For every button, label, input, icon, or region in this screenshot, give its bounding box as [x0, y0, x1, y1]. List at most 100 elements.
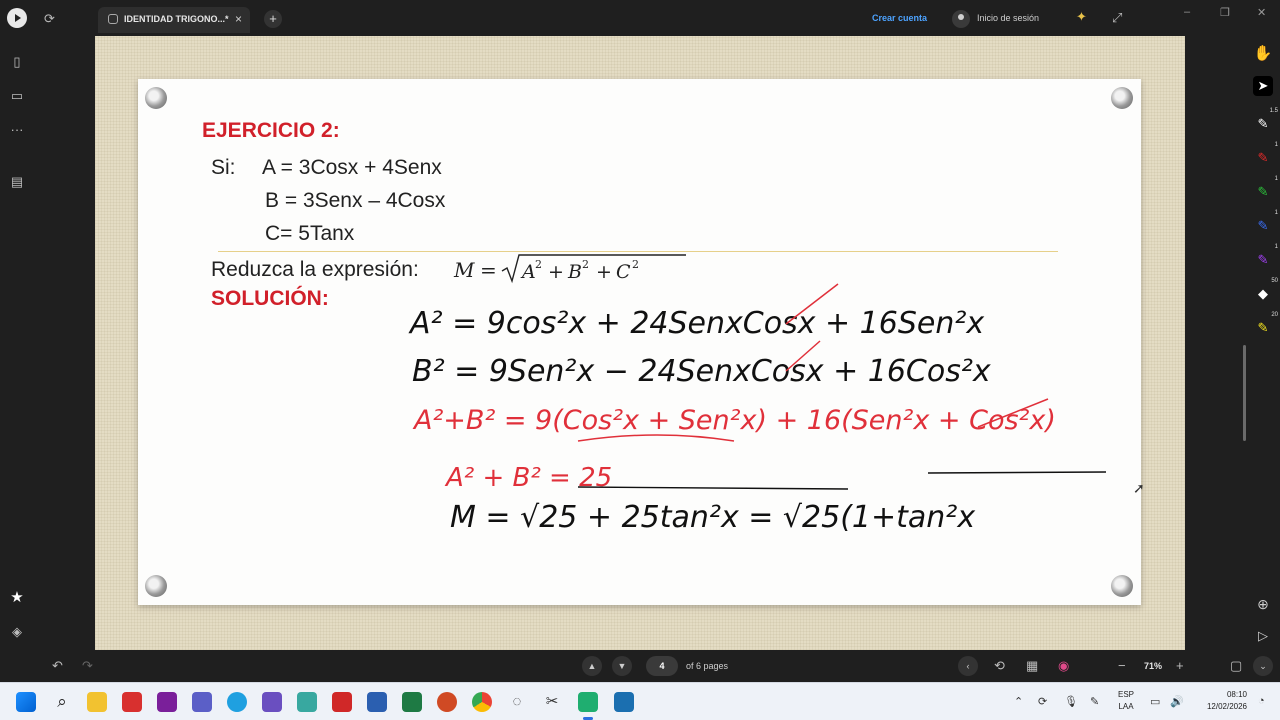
layers-icon[interactable]: ◈ — [8, 624, 26, 640]
tray-sync-icon[interactable]: ⟳ — [1038, 695, 1047, 708]
document-page: EJERCICIO 2: Si: A = 3Cosx + 4Senx B = 3… — [138, 79, 1141, 605]
collapse-left-button[interactable]: ‹ — [958, 656, 978, 676]
prev-page-button[interactable]: ▲ — [582, 656, 602, 676]
ink-layer: A² = 9cos²x + 24SenxCosx + 16Sen²x B² = … — [408, 283, 1107, 535]
clock-date: 12/02/2026 — [1206, 702, 1247, 711]
handwriting-line-1: A² = 9cos²x + 24SenxCosx + 16Sen²x — [408, 306, 984, 341]
anydesk-icon[interactable] — [122, 692, 142, 712]
pen-tray-icon[interactable]: ✎ — [1090, 695, 1099, 708]
purple-pen-icon[interactable]: ✎ — [1253, 250, 1273, 270]
purple-pen-badge: 1 — [1274, 244, 1278, 250]
keyboard-layout: LAA — [1118, 702, 1134, 711]
more-icon[interactable]: ··· — [8, 122, 26, 138]
sync-icon[interactable]: ⟳ — [44, 12, 55, 26]
close-tab-icon[interactable]: × — [235, 12, 242, 26]
page-count: of 6 pages — [686, 661, 729, 671]
zoom-out-icon[interactable]: − — [1118, 658, 1126, 674]
microphone-icon[interactable]: 🎙 — [1064, 695, 1078, 708]
clipboard-icon[interactable]: ▤ — [8, 174, 26, 190]
redo-icon[interactable]: ↷ — [82, 658, 93, 674]
sqrt-bar — [927, 471, 1107, 474]
fit-screen-icon[interactable]: ▢ — [1230, 658, 1242, 674]
expand-down-button[interactable]: ⌄ — [1253, 656, 1273, 676]
create-account-link[interactable]: Crear cuenta — [872, 13, 927, 23]
cloud-icon — [108, 14, 118, 24]
windows-start-icon[interactable] — [16, 692, 36, 712]
sign-in-link[interactable]: Inicio de sesión — [977, 13, 1039, 23]
excel-icon[interactable] — [402, 692, 422, 712]
star-icon[interactable]: ★ — [8, 590, 26, 606]
access-icon[interactable] — [332, 692, 352, 712]
language-indicator[interactable]: ESP LAA — [1118, 689, 1134, 713]
whiteboard-canvas[interactable]: EJERCICIO 2: Si: A = 3Cosx + 4Senx B = 3… — [95, 36, 1185, 650]
handwriting-line-3: A²+B² = 9(Cos²x + Sen²x) + 16(Sen²x + Co… — [412, 405, 1056, 436]
app-window: ⟳ IDENTIDAD TRIGONO...* × + Crear cuenta… — [0, 0, 1280, 682]
powerpoint-icon[interactable] — [437, 692, 457, 712]
expand-icon[interactable]: ⤢ — [1112, 11, 1122, 25]
select-tool-icon[interactable]: ➤ — [1253, 76, 1273, 96]
lightbulb-icon[interactable]: ✦ — [1076, 10, 1087, 24]
edge-icon[interactable] — [227, 692, 247, 712]
add-tool-icon[interactable]: ⊕ — [1253, 594, 1273, 614]
right-toolbar: ✋ ➤ ✎ 1.5 ✎ 1 ✎ 1 ✎ 1 ✎ 1 ◆ 50 ✎ 20 ⊕ ▷ — [1246, 36, 1280, 650]
handwriting-line-5: M = √25 + 25tan²x = √25(1+tan²x — [450, 500, 975, 535]
red-pen-icon[interactable]: ✎ — [1253, 148, 1273, 168]
refresh-icon[interactable]: ⟲ — [994, 658, 1005, 674]
stack-app-icon[interactable] — [262, 692, 282, 712]
tab-title: IDENTIDAD TRIGONO...* — [124, 14, 229, 24]
app-logo-icon[interactable] — [7, 8, 27, 28]
hand-tool-icon[interactable]: ✋ — [1253, 44, 1273, 64]
green-pen-badge: 1 — [1274, 176, 1278, 182]
user-avatar-icon[interactable] — [952, 10, 970, 28]
present-icon[interactable]: ▷ — [1253, 626, 1273, 646]
grid-view-icon[interactable]: ▦ — [1026, 658, 1038, 674]
cursor-icon: ➚ — [1133, 480, 1145, 496]
notifications-icon[interactable]: ◔ — [1258, 695, 1265, 707]
network-icon[interactable]: ▭ — [1150, 695, 1160, 708]
undo-icon[interactable]: ↶ — [52, 658, 63, 674]
search-icon[interactable]: ⌕ — [52, 692, 72, 712]
language-code: ESP — [1118, 690, 1135, 699]
highlighter-icon[interactable]: ✎ — [1253, 318, 1273, 338]
visual-studio-icon[interactable] — [157, 692, 177, 712]
eraser-icon[interactable]: ◆ — [1253, 284, 1273, 304]
snipping-icon[interactable]: ✂ — [542, 692, 562, 712]
green-pen-icon[interactable]: ✎ — [1253, 182, 1273, 202]
highlighter-badge: 20 — [1271, 312, 1278, 318]
close-window-button[interactable]: ✕ — [1257, 6, 1266, 19]
tray-chevron-icon[interactable]: ⌃ — [1014, 695, 1023, 708]
document-tab[interactable]: IDENTIDAD TRIGONO...* × — [98, 7, 250, 33]
camera-icon[interactable]: ◉ — [1058, 658, 1069, 674]
minimize-button[interactable]: – — [1184, 6, 1190, 18]
left-sidebar: ▯ ▭ ··· ▤ ★ ◈ ⚙ — [0, 36, 34, 673]
word-icon[interactable] — [367, 692, 387, 712]
blue-pen-icon[interactable]: ✎ — [1253, 216, 1273, 236]
sqrt-bar — [577, 486, 849, 490]
pen-tool-icon[interactable]: ✎ — [1253, 114, 1273, 134]
volume-icon[interactable]: 🔊 — [1170, 695, 1184, 708]
bottom-toolbar: ↶ ↷ ▲ ▼ 4 of 6 pages ‹ ⟲ ▦ ◉ − 71% + ▢ ⌄ — [0, 650, 1280, 682]
zoom-in-icon[interactable]: + — [1176, 658, 1184, 674]
clock-time: 08:10 — [1226, 690, 1247, 699]
title-bar: ⟳ IDENTIDAD TRIGONO...* × + Crear cuenta… — [0, 0, 1280, 36]
whiteboard-app-icon[interactable] — [578, 692, 598, 712]
zoom-level[interactable]: 71% — [1144, 661, 1162, 671]
current-page[interactable]: 4 — [646, 656, 678, 676]
red-pen-badge: 1 — [1274, 142, 1278, 148]
file-explorer-icon[interactable] — [87, 692, 107, 712]
restore-button[interactable]: ❐ — [1220, 6, 1230, 19]
teams-icon[interactable] — [192, 692, 212, 712]
new-tab-button[interactable]: + — [264, 10, 282, 28]
blue-pen-badge: 1 — [1274, 210, 1278, 216]
display-app-icon[interactable] — [614, 692, 634, 712]
book-icon[interactable]: ▭ — [8, 88, 26, 104]
pages-icon[interactable]: ▯ — [8, 54, 26, 70]
chat-icon[interactable]: ◌ — [507, 692, 527, 712]
handwriting-line-2: B² = 9Sen²x − 24SenxCosx + 16Cos²x — [412, 354, 991, 389]
pen-size-badge: 1.5 — [1269, 108, 1278, 114]
chrome-icon[interactable] — [472, 692, 492, 712]
settings-app-icon[interactable] — [297, 692, 317, 712]
next-page-button[interactable]: ▼ — [612, 656, 632, 676]
windows-taskbar: ⌕ ◌ ✂ ⌃ ⟳ 🎙 ✎ ESP LAA ▭ 🔊 08:10 12/02/20… — [0, 682, 1280, 720]
system-clock[interactable]: 08:10 12/02/2026 — [1195, 689, 1247, 713]
